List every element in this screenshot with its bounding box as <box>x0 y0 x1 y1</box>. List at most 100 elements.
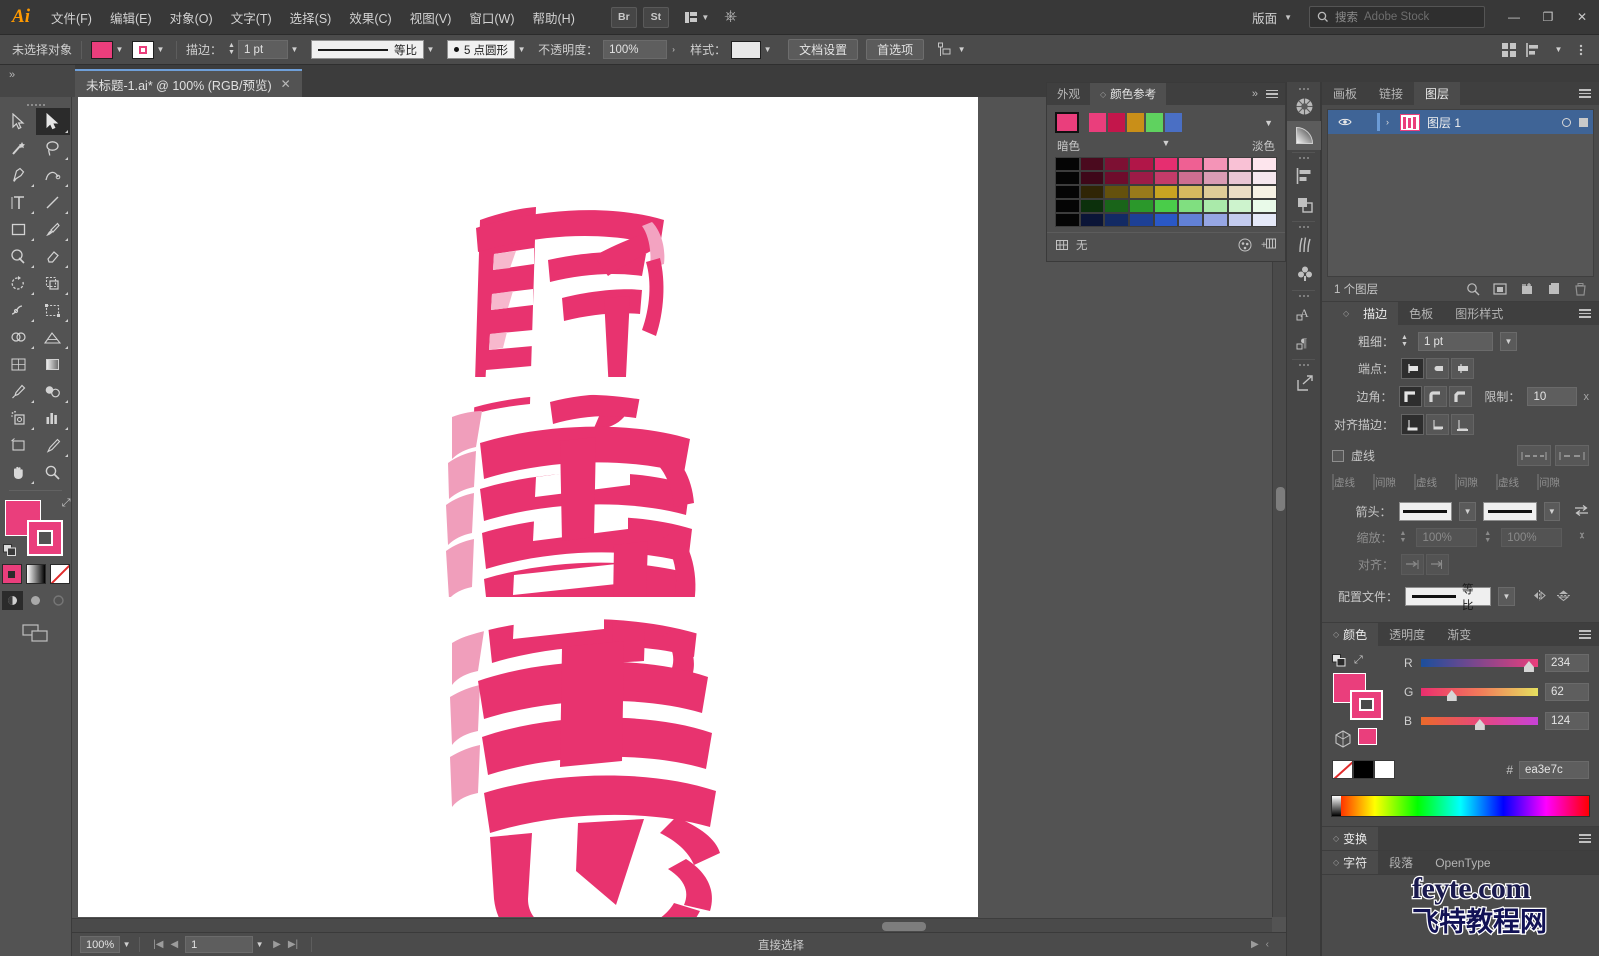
color-variation-cell[interactable] <box>1153 157 1179 171</box>
color-variation-cell[interactable] <box>1104 185 1129 199</box>
arrowhead-end-select[interactable] <box>1482 502 1537 521</box>
tab-opentype[interactable]: OpenType <box>1424 851 1501 874</box>
gradient-tool[interactable] <box>36 351 70 378</box>
color-variation-cell[interactable] <box>1227 185 1253 199</box>
artwork-illustration[interactable] <box>78 97 978 917</box>
preferences-button[interactable]: 首选项 <box>866 39 925 60</box>
flip-across-icon[interactable] <box>1556 589 1571 605</box>
color-button[interactable] <box>1 564 22 584</box>
visibility-eye-icon[interactable] <box>1333 117 1357 127</box>
color-variation-cell[interactable] <box>1055 185 1080 199</box>
line-segment-tool[interactable] <box>36 189 70 216</box>
locate-object-icon[interactable] <box>1466 282 1480 296</box>
harmony-swatch-1[interactable] <box>1088 112 1107 133</box>
gradient-button[interactable] <box>25 564 46 584</box>
menu-window[interactable]: 窗口(W) <box>460 0 523 35</box>
screen-mode-button[interactable] <box>0 622 71 644</box>
profile-dropdown-icon[interactable]: ▼ <box>1498 587 1515 606</box>
color-variation-cell[interactable] <box>1128 157 1154 171</box>
color-variation-cell[interactable] <box>1202 185 1228 199</box>
document-setup-button[interactable]: 文档设置 <box>788 39 859 60</box>
arrowhead-start-select[interactable] <box>1398 502 1453 521</box>
stroke-profile-select[interactable]: 等比 <box>310 40 424 59</box>
bevel-join-button[interactable] <box>1449 386 1473 407</box>
tab-color[interactable]: ◇ 颜色 <box>1322 623 1379 646</box>
layers-panel-menu[interactable] <box>1571 82 1599 105</box>
hand-tool[interactable] <box>2 459 36 486</box>
color-variation-cell[interactable] <box>1202 199 1228 213</box>
color-variation-cell[interactable] <box>1252 213 1277 227</box>
free-transform-tool[interactable] <box>36 297 70 324</box>
draw-normal-button[interactable] <box>2 591 23 610</box>
maximize-button[interactable]: ❐ <box>1531 3 1565 31</box>
stroke-panel-menu[interactable] <box>1571 302 1599 325</box>
color-variation-cell[interactable] <box>1178 213 1203 227</box>
color-variation-cell[interactable] <box>1055 171 1080 185</box>
color-variation-cell[interactable] <box>1079 185 1105 199</box>
first-artboard-icon[interactable]: |◀ <box>153 939 163 950</box>
tab-transparency[interactable]: 透明度 <box>1378 623 1436 646</box>
flip-along-icon[interactable] <box>1532 589 1547 605</box>
stroke-profile-dropdown-icon[interactable]: ▼ <box>424 41 437 59</box>
tab-graphic-styles[interactable]: 图形样式 <box>1444 302 1514 325</box>
make-clipping-mask-icon[interactable] <box>1493 282 1507 296</box>
color-variation-cell[interactable] <box>1079 157 1105 171</box>
stroke-weight-stepper[interactable]: ▲ ▼ <box>1401 334 1408 348</box>
close-icon[interactable]: ✕ <box>281 77 291 91</box>
swatch-grid-icon[interactable] <box>1056 239 1069 251</box>
pathfinder-panel-icon[interactable] <box>1287 190 1322 219</box>
tab-swatches[interactable]: 色板 <box>1398 302 1444 325</box>
harmony-swatch-5[interactable] <box>1164 112 1183 133</box>
default-fill-stroke-icon[interactable] <box>1332 654 1347 668</box>
status-flyout[interactable]: ▶ ‹ <box>1244 939 1276 950</box>
create-layer-icon[interactable] <box>1547 282 1561 296</box>
color-variation-cell[interactable] <box>1055 157 1080 171</box>
tools-panel-grabber[interactable] <box>0 101 71 108</box>
color-variation-cell[interactable] <box>1128 199 1154 213</box>
color-variation-cell[interactable] <box>1178 157 1203 171</box>
symbol-sprayer-tool[interactable] <box>2 405 36 432</box>
tab-color-guide[interactable]: ◇ 颜色参考 <box>1090 83 1167 105</box>
swap-fill-stroke-icon[interactable]: ⤢ <box>62 497 71 510</box>
artboard[interactable] <box>78 97 978 917</box>
stroke-color-swatch[interactable] <box>132 40 155 59</box>
target-circle-icon[interactable] <box>1562 117 1571 127</box>
align-outside-button[interactable] <box>1451 414 1474 435</box>
base-color-swatch[interactable] <box>1055 112 1079 133</box>
arrowhead-start-dropdown-icon[interactable]: ▼ <box>1459 502 1476 521</box>
eraser-tool[interactable] <box>36 243 70 270</box>
style-dropdown-icon[interactable]: ▼ <box>761 41 774 59</box>
swap-arrowheads-icon[interactable] <box>1574 504 1589 520</box>
opacity-input[interactable]: 100% <box>603 40 668 59</box>
color-variation-cell[interactable] <box>1079 171 1105 185</box>
artboard-number-input[interactable]: 1 <box>185 936 254 953</box>
harmony-swatch-3[interactable] <box>1126 112 1145 133</box>
color-variation-cell[interactable] <box>1153 199 1179 213</box>
color-variation-cell[interactable] <box>1252 199 1277 213</box>
artboard-tool[interactable] <box>2 432 36 459</box>
panel-options-icon[interactable] <box>1575 44 1587 56</box>
round-join-button[interactable] <box>1424 386 1448 407</box>
magic-wand-tool[interactable] <box>2 135 36 162</box>
create-sublayer-icon[interactable] <box>1520 282 1534 296</box>
brush-definition-select[interactable]: 5 点圆形 <box>446 40 516 59</box>
stock-button[interactable]: St <box>642 6 669 28</box>
align-more-icon[interactable]: ▼ <box>1552 41 1565 59</box>
variation-dropdown-icon[interactable]: ▼ <box>1162 138 1171 154</box>
column-graph-tool[interactable] <box>36 405 70 432</box>
chevron-right-icon[interactable]: › <box>1386 117 1400 127</box>
miter-limit-input[interactable]: 10 <box>1527 387 1577 406</box>
color-variation-grid[interactable] <box>1055 157 1277 227</box>
opacity-flyout-icon[interactable]: › <box>667 41 680 59</box>
butt-cap-button[interactable] <box>1401 358 1424 379</box>
color-variation-cell[interactable] <box>1153 213 1179 227</box>
tab-artboards[interactable]: 画板 <box>1322 82 1368 105</box>
color-variation-cell[interactable] <box>1153 171 1179 185</box>
color-variation-cell[interactable] <box>1202 171 1228 185</box>
panel-menu-icon[interactable] <box>1266 89 1278 99</box>
vertical-scroll-thumb[interactable] <box>1276 487 1285 511</box>
color-variation-cell[interactable] <box>1227 171 1253 185</box>
grid-view-icon[interactable] <box>1502 42 1516 57</box>
minimize-button[interactable]: — <box>1497 3 1531 31</box>
stroke-stepper[interactable]: ▲ ▼ <box>228 42 235 56</box>
